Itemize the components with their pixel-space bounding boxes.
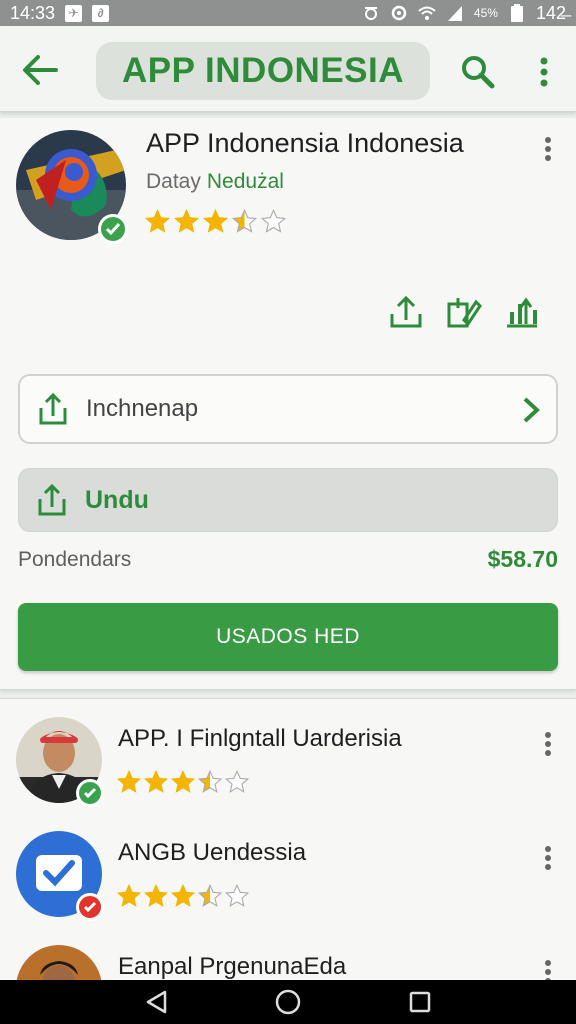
overflow-menu-button[interactable] — [526, 50, 562, 94]
verified-badge-icon — [98, 214, 128, 244]
search-icon — [462, 56, 495, 89]
app-rating — [144, 208, 287, 235]
list-item-title: ANGB Uendessia — [118, 839, 307, 866]
star-full-icon — [143, 769, 169, 793]
list-item-title: APP. I Finlgntall Uarderisia — [118, 725, 402, 752]
more-vert-icon — [545, 137, 551, 161]
list-item-more-button[interactable] — [538, 729, 558, 759]
list-item[interactable]: ANGB Uendessia — [0, 813, 576, 927]
more-vert-icon — [545, 732, 551, 756]
list-item-title: Eanpal PrgenunaEda — [118, 953, 347, 980]
star-full-icon — [116, 883, 142, 907]
star-empty-icon — [224, 769, 250, 793]
star-full-icon — [116, 769, 142, 793]
status-time: 14:33 — [10, 2, 56, 23]
app-detail-card: APP Indonensia Indonesia Datay Nedużal I… — [0, 118, 576, 690]
related-apps-list: APP. I Finlgntall Uarderisia ANGB Uendes… — [0, 698, 576, 1024]
more-vert-icon — [545, 846, 551, 870]
star-half-icon — [231, 208, 258, 233]
status-bar: 14:33 ✈ ∂ 45% 142̶ — [0, 0, 576, 26]
nav-recents-button[interactable] — [400, 982, 440, 1022]
page-title: APP INDONESIA — [96, 42, 430, 100]
stats-icon — [507, 297, 537, 328]
app-notification-icon: ∂ — [92, 4, 110, 22]
star-full-icon — [170, 769, 196, 793]
card-more-button[interactable] — [536, 134, 560, 164]
app-developer[interactable]: Datay Nedużal — [146, 170, 284, 194]
list-item-rating — [116, 883, 250, 909]
star-full-icon — [143, 883, 169, 907]
battery-icon — [508, 4, 526, 22]
price-value: $58.70 — [487, 546, 558, 572]
more-vert-icon — [540, 57, 548, 87]
edit-icon — [447, 298, 482, 328]
verified-badge-icon — [76, 779, 104, 807]
star-full-icon — [202, 208, 229, 233]
star-empty-icon — [260, 208, 287, 233]
alert-badge-icon — [76, 893, 104, 921]
share-icon — [38, 483, 66, 516]
wifi-icon — [418, 4, 436, 22]
search-button[interactable] — [456, 50, 500, 94]
app-bar: APP INDONESIA — [0, 26, 576, 112]
option-row-label: Inchnenap — [86, 395, 199, 422]
stats-button[interactable] — [502, 292, 542, 332]
star-full-icon — [144, 208, 171, 233]
share-icon — [390, 295, 422, 328]
nav-home-button[interactable] — [268, 982, 308, 1022]
avatar — [16, 717, 104, 807]
star-empty-icon — [224, 883, 250, 907]
star-full-icon — [173, 208, 200, 233]
back-arrow-icon — [23, 55, 58, 85]
battery-small-percent: 45% — [473, 6, 498, 20]
star-half-icon — [197, 769, 223, 793]
list-item-rating — [116, 769, 250, 795]
alarm-icon — [390, 4, 408, 22]
action-icon-group — [386, 292, 542, 332]
list-item[interactable]: APP. I Finlgntall Uarderisia — [0, 699, 576, 813]
circle-home-icon — [275, 989, 301, 1015]
app-icon — [16, 831, 104, 921]
edit-button[interactable] — [444, 292, 484, 332]
star-full-icon — [170, 883, 196, 907]
app-name: APP Indonensia Indonesia — [146, 128, 464, 158]
notification-icon: ✈ — [65, 4, 83, 22]
star-half-icon — [197, 883, 223, 907]
option-row-install[interactable]: Inchnenap — [18, 374, 558, 444]
app-icon[interactable] — [16, 130, 128, 244]
developer-name: Datay — [146, 170, 201, 193]
chevron-right-icon — [523, 397, 540, 423]
signal-icon — [446, 4, 464, 22]
developer-tag: Nedużal — [206, 170, 284, 193]
nav-back-button[interactable] — [136, 982, 176, 1022]
share-icon — [39, 392, 67, 425]
triangle-back-icon — [146, 990, 167, 1014]
square-recents-icon — [409, 991, 431, 1013]
option-row-label: Undu — [85, 485, 149, 514]
option-row-download[interactable]: Undu — [18, 468, 558, 532]
back-button[interactable] — [18, 48, 62, 92]
share-button[interactable] — [386, 292, 426, 332]
bug-icon — [362, 4, 380, 22]
system-nav-bar — [0, 980, 576, 1024]
price-label: Pondendars — [18, 548, 132, 571]
primary-action-button[interactable]: USADOS HED — [18, 603, 558, 671]
list-item-more-button[interactable] — [538, 843, 558, 873]
battery-percent: 142̶ — [535, 2, 566, 23]
